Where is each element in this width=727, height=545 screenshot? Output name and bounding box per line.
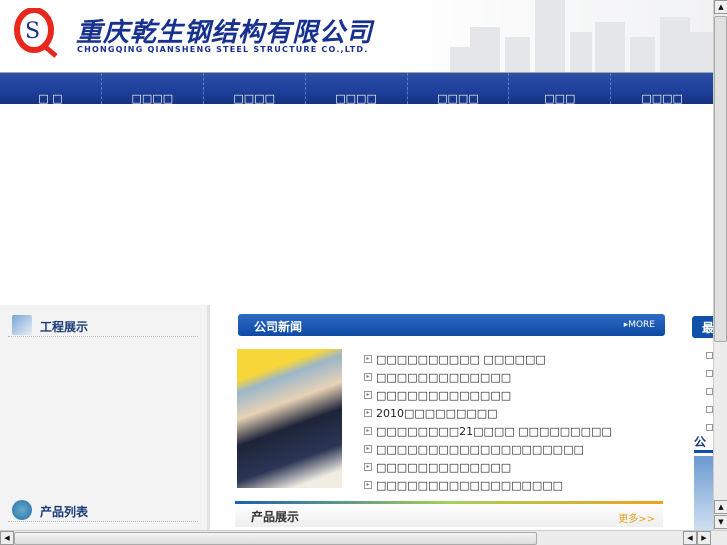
- news-link[interactable]: □□□□□□□□21□□□□ □□□□□□□□□: [376, 425, 612, 438]
- bullet-icon: ▸: [364, 391, 372, 399]
- news-photo: [237, 349, 342, 488]
- news-link[interactable]: □□□□□□□□□□□□□: [376, 461, 511, 474]
- svg-text:S: S: [25, 19, 40, 44]
- list-item[interactable]: ▸ □□□□□□□□□□ □□□□□□: [364, 350, 612, 368]
- bullet-icon: ▸: [364, 409, 372, 417]
- bullet-icon: [706, 424, 713, 431]
- list-item[interactable]: ▸ □□□□□□□□□□□□□□□□□□□□: [364, 440, 612, 458]
- right-image: [694, 456, 713, 530]
- header: S 重庆乾生钢结构有限公司 CHONGQING QIANSHENG STEEL …: [0, 0, 713, 72]
- right-header: 最: [692, 316, 713, 338]
- nav-item[interactable]: □□□□: [102, 73, 204, 105]
- news-link[interactable]: 2010□□□□□□□□□: [376, 407, 498, 420]
- products-title: 产品展示: [251, 510, 300, 524]
- right-subheading: 公: [694, 433, 713, 453]
- bullet-icon: ▸: [364, 481, 372, 489]
- bullet-icon: ▸: [364, 463, 372, 471]
- main-nav: □ □ □□□□ □□□□ □□□□ □□□□ □□□ □□□□: [0, 72, 713, 105]
- bullet-icon: ▸: [364, 445, 372, 453]
- scroll-left-icon[interactable]: ◀: [0, 531, 14, 545]
- bullet-icon: [706, 388, 713, 395]
- news-list: ▸ □□□□□□□□□□ □□□□□□ ▸ □□□□□□□□□□□□□ ▸ □□□□□…: [364, 350, 612, 494]
- news-header: 公司新闻 ▸MORE: [238, 314, 665, 336]
- products-header: 产品展示 更多>>: [235, 501, 663, 527]
- scroll-down-icon[interactable]: ▼: [714, 515, 727, 529]
- news-link[interactable]: □□□□□□□□□□□□□□□□□□□□: [376, 443, 584, 456]
- nav-item[interactable]: □□□□: [204, 73, 306, 105]
- scroll-right-icon[interactable]: ▶: [697, 531, 711, 545]
- globe-icon: [12, 500, 32, 520]
- products-label: 产品列表: [40, 505, 89, 519]
- projects-heading[interactable]: 工程展示: [8, 315, 198, 337]
- logo-title: 重庆乾生钢结构有限公司: [76, 18, 374, 48]
- bullet-icon: ▸: [364, 355, 372, 363]
- horizontal-scrollbar[interactable]: ◀ ◀ ▶: [0, 530, 727, 545]
- horizontal-scroll-thumb[interactable]: [14, 532, 537, 545]
- list-item[interactable]: ▸ 2010□□□□□□□□□: [364, 404, 612, 422]
- vertical-scroll-thumb[interactable]: [714, 16, 727, 342]
- nav-item[interactable]: □□□□: [306, 73, 408, 105]
- scroll-up-icon[interactable]: ▲: [714, 500, 727, 514]
- left-sidebar: 工程展示 产品列表: [0, 305, 210, 530]
- bullet-icon: [706, 370, 713, 377]
- bullet-icon: ▸: [364, 373, 372, 381]
- news-more-link[interactable]: ▸MORE: [624, 320, 655, 330]
- scroll-left-icon[interactable]: ◀: [683, 531, 697, 545]
- bullet-icon: [706, 406, 713, 413]
- list-item[interactable]: ▸ □□□□□□□□□□□□□: [364, 386, 612, 404]
- bullet-icon: [706, 352, 713, 359]
- company-logo-icon: S: [14, 8, 58, 58]
- projects-label: 工程展示: [40, 320, 89, 334]
- news-link[interactable]: □□□□□□□□□□ □□□□□□: [376, 353, 546, 366]
- bullet-icon: ▸: [364, 427, 372, 435]
- list-item[interactable]: ▸ □□□□□□□□21□□□□ □□□□□□□□□: [364, 422, 612, 440]
- news-link[interactable]: □□□□□□□□□□□□□: [376, 371, 511, 384]
- nav-item[interactable]: □□□□: [611, 73, 713, 105]
- scroll-up-icon[interactable]: ▲: [714, 0, 727, 14]
- right-column: 最 公: [692, 316, 713, 530]
- news-link[interactable]: □□□□□□□□□□□□□: [376, 389, 511, 402]
- vertical-scrollbar[interactable]: ▲ ▲ ▼: [713, 0, 727, 530]
- list-item[interactable]: ▸ □□□□□□□□□□□□□□□□□□: [364, 476, 612, 494]
- banner-area: [0, 104, 713, 304]
- news-title: 公司新闻: [254, 320, 303, 334]
- list-item[interactable]: ▸ □□□□□□□□□□□□□: [364, 458, 612, 476]
- nav-item[interactable]: □ □: [0, 73, 102, 105]
- products-more-link[interactable]: 更多>>: [618, 510, 655, 525]
- building-icon: [12, 315, 32, 335]
- nav-item[interactable]: □□□: [509, 73, 612, 105]
- news-link[interactable]: □□□□□□□□□□□□□□□□□□: [376, 479, 563, 492]
- nav-item[interactable]: □□□□: [408, 73, 510, 105]
- list-item[interactable]: ▸ □□□□□□□□□□□□□: [364, 368, 612, 386]
- products-heading[interactable]: 产品列表: [8, 500, 198, 522]
- logo-subtitle: CHONGQING QIANSHENG STEEL STRUCTURE CO.,…: [77, 45, 369, 54]
